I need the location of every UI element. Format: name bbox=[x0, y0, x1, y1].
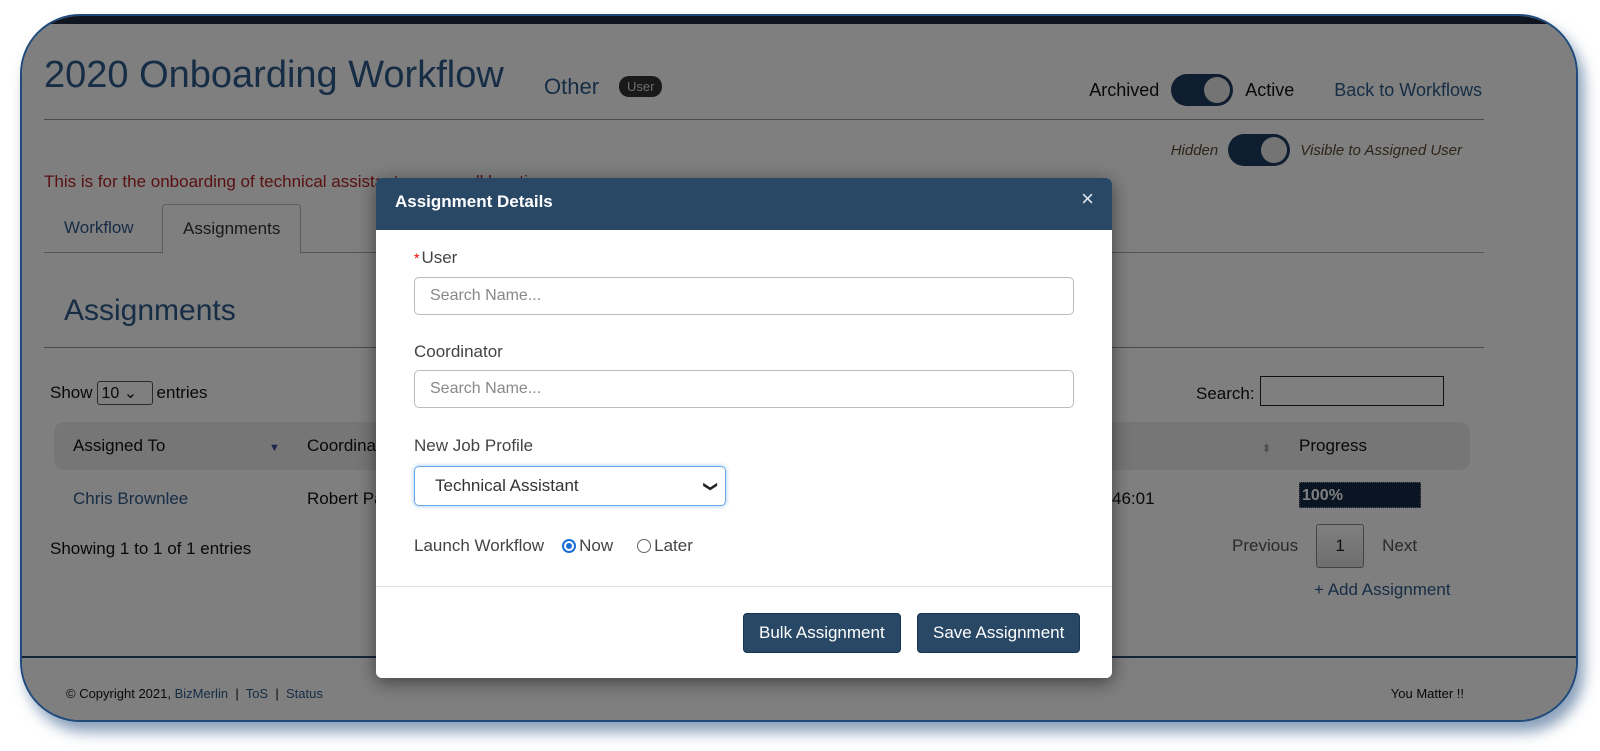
user-search-input[interactable] bbox=[414, 277, 1074, 315]
coordinator-label: Coordinator bbox=[414, 342, 503, 361]
chevron-down-icon: ❯ bbox=[703, 480, 720, 492]
user-label: * User bbox=[414, 248, 457, 268]
launch-later-label[interactable]: Later bbox=[654, 536, 693, 556]
required-mark: * bbox=[414, 250, 420, 266]
modal-header: Assignment Details × bbox=[376, 178, 1112, 230]
user-label-text: User bbox=[421, 248, 458, 267]
job-profile-value: Technical Assistant bbox=[435, 476, 579, 495]
launch-now-radio[interactable] bbox=[562, 539, 577, 553]
assignment-details-modal: Assignment Details × *User Coordinator N… bbox=[376, 178, 1112, 678]
job-profile-label: New Job Profile bbox=[414, 436, 534, 455]
launch-now-label[interactable]: Now bbox=[579, 536, 613, 556]
modal-footer-divider bbox=[376, 586, 1112, 587]
launch-workflow-row: Launch Workflow Now Later bbox=[414, 536, 693, 556]
launch-workflow-label: Launch Workflow bbox=[414, 536, 545, 555]
modal-title: Assignment Details bbox=[395, 192, 553, 211]
job-profile-select[interactable]: Technical Assistant ❯ bbox=[414, 466, 726, 506]
close-icon[interactable]: × bbox=[1081, 186, 1094, 212]
launch-later-radio[interactable] bbox=[637, 539, 652, 553]
coordinator-search-input[interactable] bbox=[414, 370, 1074, 408]
save-assignment-button[interactable]: Save Assignment bbox=[917, 613, 1081, 653]
bulk-assignment-button[interactable]: Bulk Assignment bbox=[743, 613, 901, 653]
